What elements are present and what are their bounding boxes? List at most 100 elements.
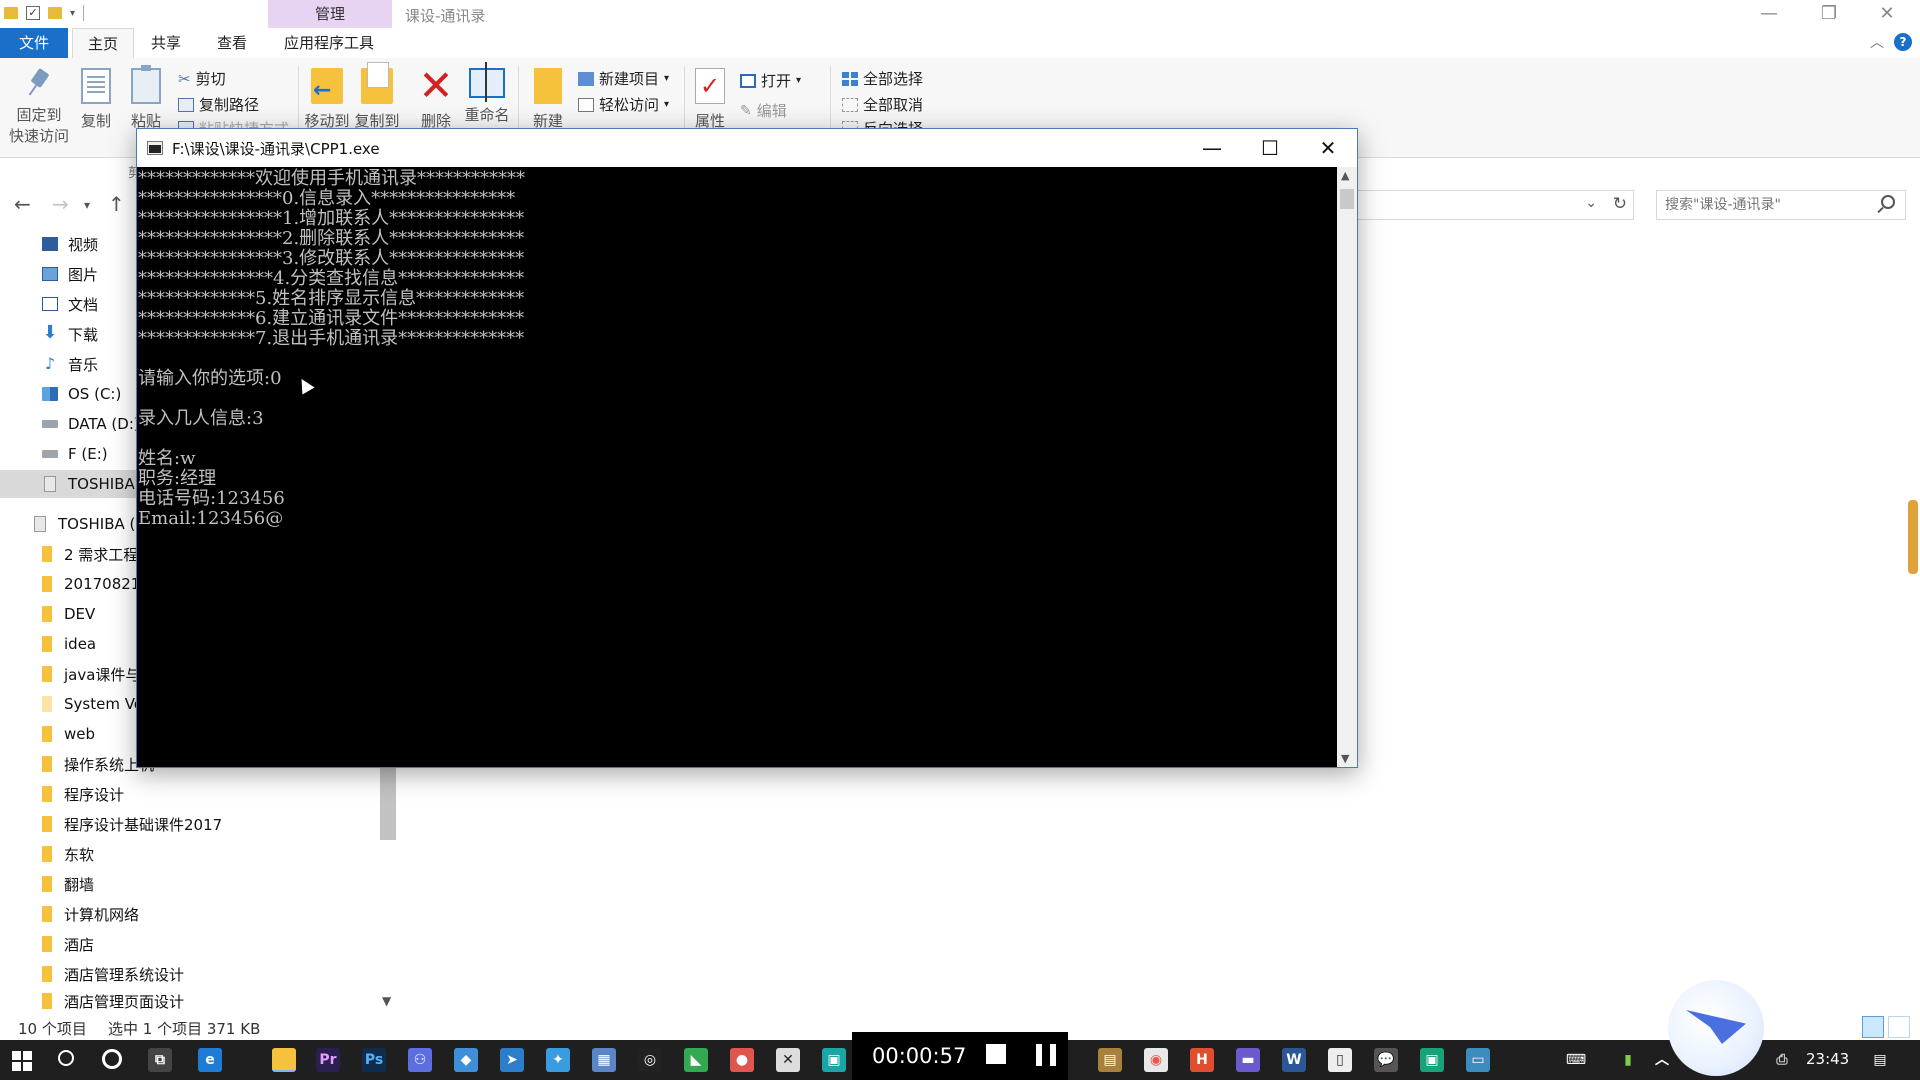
start-icon[interactable] (12, 1051, 32, 1071)
chat-icon[interactable]: 💬 (1374, 1048, 1398, 1072)
details-view-button[interactable] (1862, 1016, 1884, 1038)
search-icon[interactable] (58, 1050, 74, 1066)
tab-share[interactable]: 共享 (140, 28, 192, 58)
qq-icon[interactable]: ◎ (638, 1048, 662, 1072)
large-icons-view-button[interactable] (1888, 1016, 1910, 1038)
snipping-tool-icon[interactable]: ✕ (776, 1048, 800, 1072)
hbuilder-icon[interactable]: H (1190, 1048, 1214, 1072)
console-scrollbar[interactable]: ▲ ▼ (1337, 167, 1357, 767)
contextual-tab-manage[interactable]: 管理 (268, 0, 392, 28)
photoshop-icon[interactable]: Ps (362, 1048, 386, 1072)
chevron-up-icon[interactable]: ︿ (1650, 1048, 1674, 1072)
forward-arrow-icon[interactable]: → (52, 192, 69, 216)
copy-path-button[interactable]: 复制路径 (178, 94, 259, 115)
app-icon[interactable]: ◣ (684, 1048, 708, 1072)
console-close-button[interactable]: ✕ (1299, 129, 1357, 167)
folder-item[interactable]: 酒店管理页面设计 (0, 990, 380, 1012)
app-icon[interactable]: ▬ (1236, 1048, 1260, 1072)
console-minimize-button[interactable]: — (1183, 129, 1241, 167)
stop-recording-button[interactable] (986, 1044, 1006, 1064)
console-taskbar-icon[interactable]: ▭ (1466, 1048, 1490, 1072)
chrome-icon[interactable]: ◉ (1144, 1048, 1168, 1072)
edge-icon[interactable]: e (198, 1048, 222, 1072)
app-icon[interactable]: ▣ (822, 1048, 846, 1072)
app-icon[interactable]: ▣ (1420, 1048, 1444, 1072)
app-icon[interactable]: ● (730, 1048, 754, 1072)
collapse-ribbon-icon[interactable]: ︿ (1870, 32, 1884, 52)
scroll-up-arrow-icon[interactable]: ▲ (1341, 169, 1349, 182)
tab-file[interactable]: 文件 (0, 28, 68, 58)
restore-button[interactable]: ❐ (1800, 0, 1858, 28)
recent-chevron-icon[interactable]: ▾ (84, 198, 90, 212)
clock[interactable]: 23:43 (1806, 1050, 1849, 1068)
tab-home[interactable]: 主页 (72, 28, 134, 58)
edit-button[interactable]: ✎ 编辑 (740, 100, 787, 121)
paste-button[interactable]: 粘贴 (128, 65, 164, 131)
nav-pane-scrollbar-thumb[interactable] (380, 768, 396, 840)
notification-icon[interactable]: ▤ (1868, 1048, 1892, 1072)
printer-icon[interactable]: ⎙ (1770, 1048, 1794, 1072)
word-icon[interactable]: W (1282, 1048, 1306, 1072)
cortana-icon[interactable] (102, 1049, 122, 1069)
app-icon[interactable]: ➤ (500, 1048, 524, 1072)
new-folder-button[interactable]: 新建 (530, 68, 566, 131)
easy-access-button[interactable]: 轻松访问 ▾ (578, 94, 669, 115)
refresh-icon[interactable]: ↻ (1613, 194, 1627, 214)
copy-button[interactable]: 复制 (78, 68, 114, 131)
chevron-down-icon[interactable]: ⌄ (1585, 195, 1597, 211)
close-button[interactable]: ✕ (1858, 0, 1916, 28)
keyboard-icon[interactable]: ⌨ (1564, 1048, 1588, 1072)
twitter-bird-icon[interactable]: ✦ (546, 1048, 570, 1072)
folder-item[interactable]: 程序设计 (0, 780, 380, 808)
rename-button[interactable]: 重命名 (464, 62, 510, 125)
move-to-button[interactable]: 移动到 (304, 68, 350, 131)
scroll-down-arrow-icon[interactable]: ▼ (382, 994, 391, 1008)
open-button[interactable]: 打开 ▾ (740, 70, 801, 91)
app-icon[interactable]: ▦ (592, 1048, 616, 1072)
console-scrollbar-thumb[interactable] (1340, 189, 1354, 209)
new-folder-icon[interactable] (48, 7, 62, 19)
properties-button[interactable]: ✓ 属性 (692, 68, 728, 131)
tab-view[interactable]: 查看 (206, 28, 258, 58)
folder-item[interactable]: 酒店 (0, 930, 380, 958)
folder-item[interactable]: 酒店管理系统设计 (0, 960, 380, 988)
copy-to-button[interactable]: 复制到 (354, 62, 400, 131)
console-output[interactable]: *************欢迎使用手机通讯录************ ******… (137, 167, 1337, 767)
new-item-button[interactable]: 新建项目 ▾ (578, 68, 669, 89)
search-box[interactable] (1656, 190, 1906, 220)
select-none-button[interactable]: 全部取消 (842, 94, 923, 115)
folder-item[interactable]: 计算机网络 (0, 900, 380, 928)
console-titlebar[interactable]: F:\课设\课设-通讯录\CPP1.exe — ☐ ✕ (137, 129, 1357, 167)
folder-item[interactable]: 翻墙 (0, 870, 380, 898)
pin-quick-access-button[interactable]: 固定到 快速访问 (8, 68, 70, 146)
console-window[interactable]: F:\课设\课设-通讯录\CPP1.exe — ☐ ✕ ************… (136, 128, 1358, 768)
pause-recording-button[interactable] (1036, 1044, 1056, 1066)
search-icon[interactable] (1881, 195, 1895, 209)
cut-button[interactable]: ✂ 剪切 (178, 68, 226, 89)
search-input[interactable] (1665, 195, 1865, 215)
back-arrow-icon[interactable]: ← (14, 192, 31, 216)
app-icon[interactable]: ▤ (1098, 1048, 1122, 1072)
select-all-button[interactable]: 全部选择 (842, 68, 923, 89)
folder-item[interactable]: 程序设计基础课件2017 (0, 810, 380, 838)
app-icon[interactable]: ◆ (454, 1048, 478, 1072)
address-bar[interactable]: ⌄ ↻ (1352, 190, 1634, 220)
delete-button[interactable]: ✕ 删除 (418, 65, 454, 131)
battery-icon[interactable]: ▮ (1616, 1048, 1640, 1072)
console-maximize-button[interactable]: ☐ (1241, 129, 1299, 167)
up-arrow-icon[interactable]: ↑ (108, 192, 125, 216)
scroll-down-arrow-icon[interactable]: ▼ (1341, 752, 1349, 765)
app-icon[interactable]: ⚇ (408, 1048, 432, 1072)
side-scroll-handle[interactable] (1908, 500, 1918, 574)
notepad-icon[interactable]: ▯ (1328, 1048, 1352, 1072)
bird-logo-icon[interactable] (1668, 980, 1764, 1076)
help-icon[interactable]: ? (1894, 33, 1912, 51)
task-view-icon[interactable]: ⧉ (148, 1048, 172, 1072)
properties-check-icon[interactable]: ✓ (26, 6, 40, 20)
file-explorer-icon[interactable] (272, 1048, 296, 1072)
tab-app-tools[interactable]: 应用程序工具 (272, 28, 386, 58)
chevron-down-icon[interactable]: ▾ (70, 8, 75, 19)
minimize-button[interactable]: — (1740, 0, 1798, 28)
premiere-icon[interactable]: Pr (316, 1048, 340, 1072)
folder-item[interactable]: 东软 (0, 840, 380, 868)
